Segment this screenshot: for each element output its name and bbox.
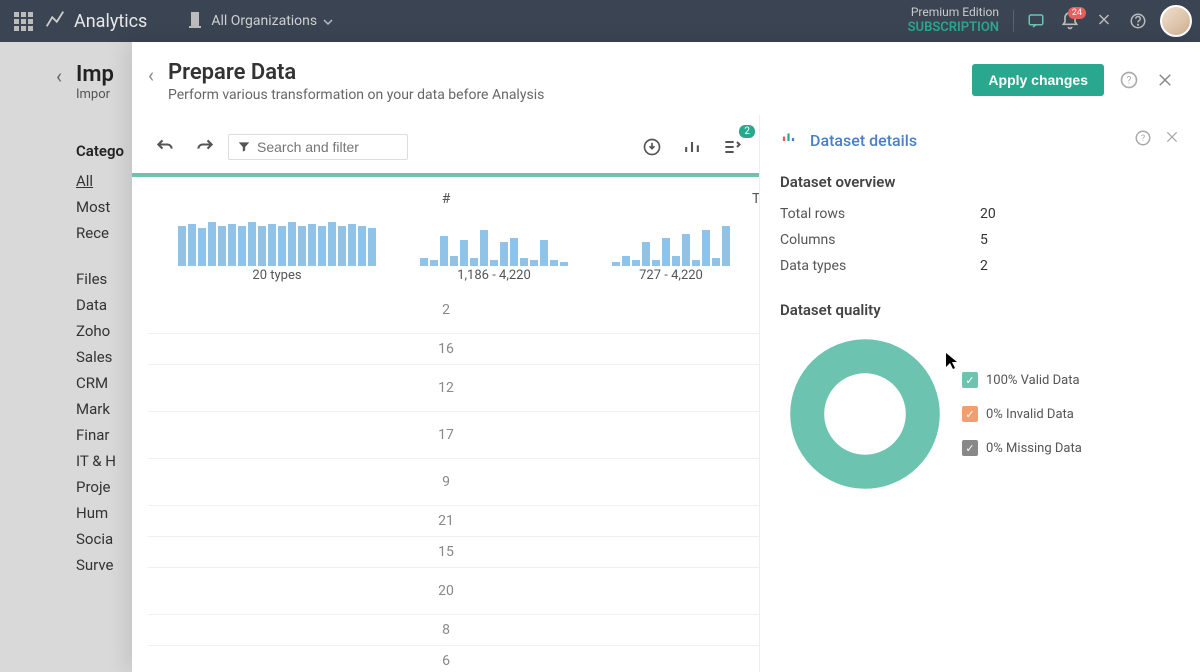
row-index: 2	[148, 287, 744, 334]
sparkline-row: 20 types 1,186 - 4,220 727 - 4,220	[148, 222, 744, 287]
table-row[interactable]: 15Kettle1,7282,966	[148, 537, 760, 568]
panel-back-icon[interactable]: ‹	[148, 63, 154, 87]
filter-icon	[237, 140, 251, 154]
overview-row: Data types2	[780, 253, 1180, 279]
tools-icon[interactable]	[1092, 9, 1116, 33]
grid-toolbar: 2	[148, 127, 749, 167]
download-icon[interactable]	[635, 131, 669, 163]
analytics-logo-icon	[44, 8, 66, 35]
row-index: 9	[148, 459, 744, 506]
product-summary: 20 types	[172, 268, 382, 283]
q2-sparkline	[606, 224, 736, 268]
data-grid-area: 2 # T Product▾ # Quarter 1▾ # Quarter 2	[132, 115, 760, 672]
ruleset-badge: 2	[739, 125, 755, 138]
top-nav: Analytics All Organizations Premium Edit…	[0, 0, 1200, 42]
brand[interactable]: Analytics	[44, 8, 147, 35]
q2-summary: 727 - 4,220	[606, 268, 736, 283]
help-icon[interactable]	[1126, 9, 1150, 33]
org-selector[interactable]: All Organizations	[187, 10, 333, 32]
table-row[interactable]: 16Air fryer3,5132,101	[148, 334, 760, 365]
quality-heading: Dataset quality	[780, 301, 1180, 319]
row-index: 12	[148, 365, 744, 412]
edition-line2[interactable]: SUBSCRIPTION	[908, 20, 999, 37]
redo-icon[interactable]	[188, 131, 222, 163]
svg-text:?: ?	[1127, 75, 1132, 86]
chat-icon[interactable]	[1024, 9, 1048, 33]
col-type[interactable]: T	[744, 177, 760, 222]
row-index: 15	[148, 537, 744, 568]
legend-valid: ✓ 100% Valid Data	[962, 372, 1082, 388]
table-row[interactable]: 21Humidifiers1,5661,921	[148, 506, 760, 537]
missing-swatch-icon: ✓	[962, 440, 978, 456]
q1-sparkline	[414, 224, 574, 268]
undo-icon[interactable]	[148, 131, 182, 163]
apply-changes-button[interactable]: Apply changes	[972, 64, 1104, 96]
row-index: 20	[148, 568, 744, 615]
brand-label: Analytics	[74, 11, 147, 32]
prepare-data-panel: ‹ Prepare Data Perform various transform…	[132, 42, 1200, 672]
overview-row: Columns5	[780, 227, 1180, 253]
dataset-details-sidebar: Dataset details ? Dataset overview Total…	[760, 115, 1200, 672]
overview-heading: Dataset overview	[780, 173, 1180, 191]
apps-grid-icon[interactable]	[8, 6, 38, 36]
search-filter-box[interactable]	[228, 134, 408, 160]
row-index: 17	[148, 412, 744, 459]
valid-swatch-icon: ✓	[962, 372, 978, 388]
divider	[1013, 10, 1014, 32]
chart-config-icon[interactable]	[675, 131, 709, 163]
grid-header: # T Product▾ # Quarter 1▾ # Quarter 2	[148, 177, 760, 222]
legend-invalid: ✓ 0% Invalid Data	[962, 406, 1082, 422]
user-avatar[interactable]	[1160, 5, 1192, 37]
cursor-icon	[944, 351, 960, 375]
help-icon[interactable]: ?	[1118, 69, 1140, 91]
data-grid: # T Product▾ # Quarter 1▾ # Quarter 2 20…	[148, 177, 760, 672]
table-row[interactable]: 8Laptop2,1452,821	[148, 615, 760, 646]
edition-line1: Premium Edition	[908, 5, 999, 21]
close-icon[interactable]	[1164, 129, 1180, 151]
row-index: 6	[148, 646, 744, 672]
row-index: 8	[148, 615, 744, 646]
table-row[interactable]: 12DSLR Camera2,7341,905	[148, 365, 760, 412]
table-row[interactable]: 6Microwave4,1934,220	[148, 646, 760, 672]
quality-legend: ✓ 100% Valid Data ✓ 0% Invalid Data ✓ 0%…	[962, 354, 1082, 474]
dataset-details-icon	[780, 129, 800, 151]
organization-icon	[187, 10, 203, 32]
svg-text:?: ?	[1141, 134, 1145, 144]
chevron-down-icon	[323, 13, 333, 29]
org-label: All Organizations	[211, 13, 317, 29]
search-input[interactable]	[257, 139, 399, 155]
row-index: 21	[148, 506, 744, 537]
table-row[interactable]: 2Air Conditioner2,5292,498	[148, 287, 760, 334]
table-row[interactable]: 17Dish washer1,7151,885	[148, 412, 760, 459]
row-index: 16	[148, 334, 744, 365]
back-arrow-icon[interactable]: ‹	[56, 64, 62, 88]
close-icon[interactable]	[1154, 69, 1176, 91]
legend-missing: ✓ 0% Missing Data	[962, 440, 1082, 456]
table-row[interactable]: 9Home theatre 5.11,5662,838	[148, 459, 760, 506]
panel-title: Prepare Data	[168, 60, 972, 85]
table-row[interactable]: 20Kitchen Appliances2,1561,197	[148, 568, 760, 615]
invalid-swatch-icon: ✓	[962, 406, 978, 422]
quality-donut-chart	[780, 329, 950, 499]
q1-summary: 1,186 - 4,220	[414, 268, 574, 283]
product-sparkline	[172, 224, 382, 268]
bell-icon[interactable]: 24	[1058, 9, 1082, 33]
details-title: Dataset details	[810, 131, 1134, 150]
col-index[interactable]: #	[148, 177, 744, 222]
overview-row: Total rows20	[780, 201, 1180, 227]
panel-subtitle: Perform various transformation on your d…	[168, 87, 972, 103]
notification-badge: 24	[1068, 7, 1086, 19]
help-icon[interactable]: ?	[1134, 129, 1152, 151]
edition-info: Premium Edition SUBSCRIPTION	[908, 5, 999, 37]
